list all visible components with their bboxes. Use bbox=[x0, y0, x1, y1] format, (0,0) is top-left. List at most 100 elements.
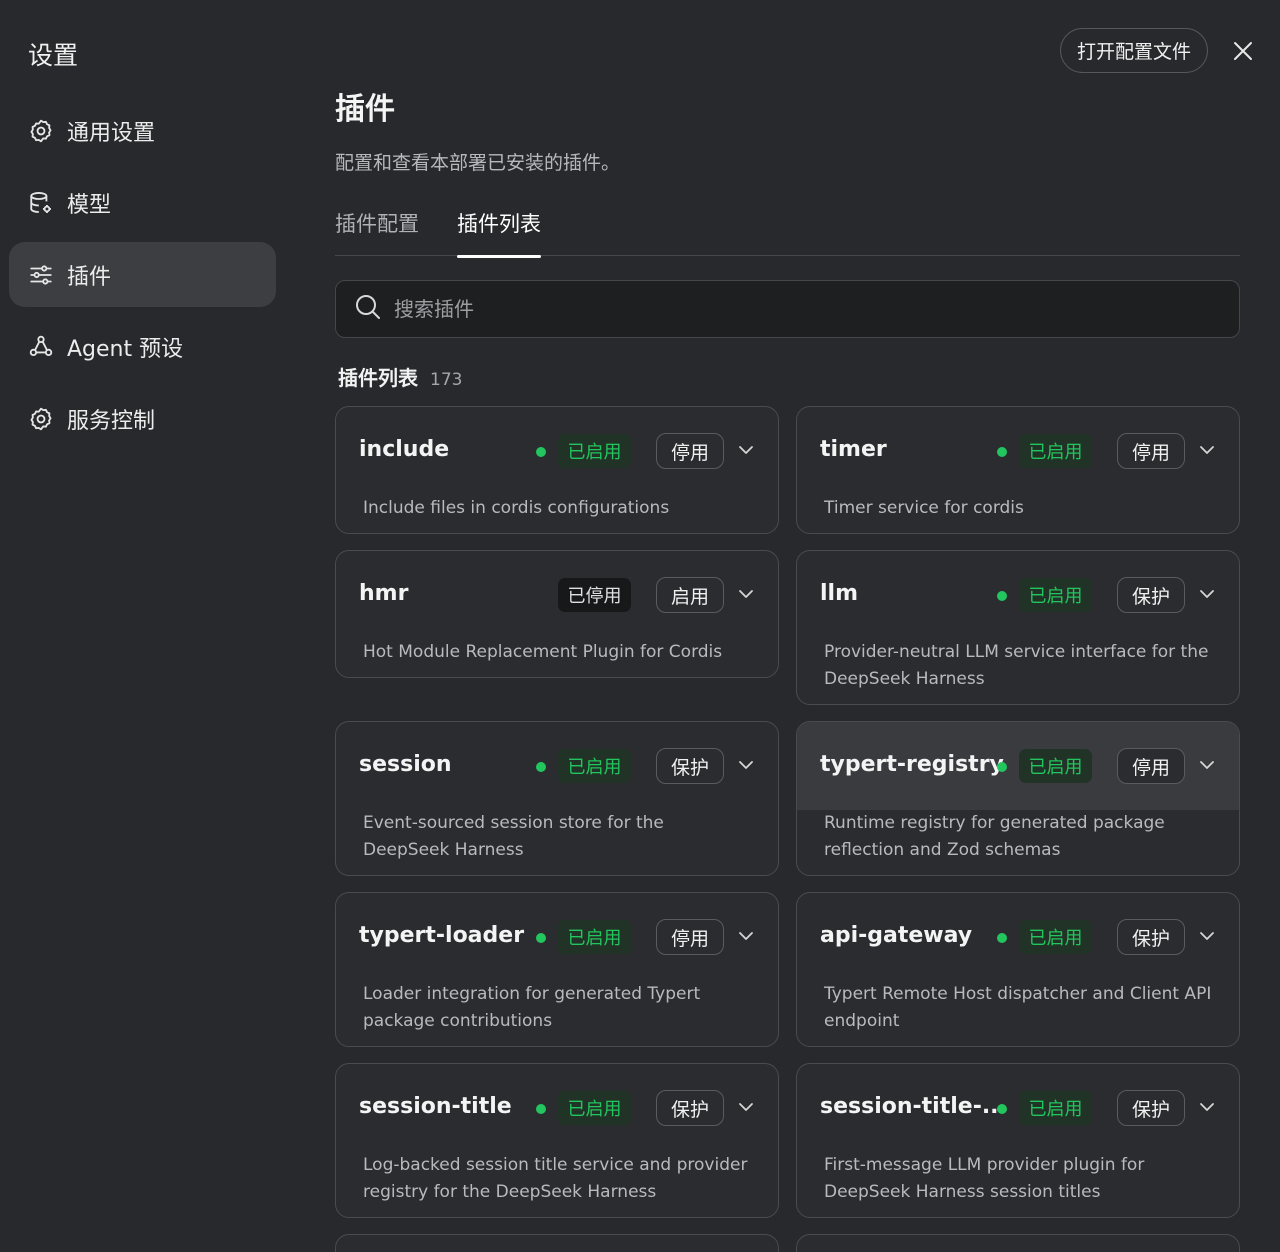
status-badge: 已启用 bbox=[558, 749, 631, 783]
plugin-description: Loader integration for generated Typert … bbox=[363, 984, 701, 1031]
plugin-name: include bbox=[359, 437, 450, 462]
plugin-action-button[interactable]: 保护 bbox=[1117, 1090, 1185, 1126]
plugin-list-title: 插件列表 bbox=[338, 366, 418, 390]
plugin-name: session-title-... bbox=[820, 1094, 1007, 1119]
plugin-list-header: 插件列表 173 bbox=[335, 362, 1240, 391]
plugin-action-button[interactable]: 停用 bbox=[1117, 748, 1185, 784]
sidebar-item-label: 通用设置 bbox=[67, 120, 156, 146]
plugin-card[interactable]: api-gateway 已启用 保护 Typert Remote Host di… bbox=[796, 892, 1240, 1047]
plugin-description: Event-sourced session store for the Deep… bbox=[363, 813, 664, 860]
chevron-down-icon[interactable] bbox=[1197, 440, 1217, 460]
chevron-down-icon[interactable] bbox=[736, 755, 756, 775]
sidebar-item-agent-presets[interactable]: Agent 预设 bbox=[9, 314, 276, 379]
plugin-description: Runtime registry for generated package r… bbox=[824, 813, 1165, 860]
plugin-description: First-message LLM provider plugin for De… bbox=[824, 1155, 1145, 1202]
gear-icon bbox=[28, 406, 54, 432]
chevron-down-icon[interactable] bbox=[736, 584, 756, 604]
open-config-file-button[interactable]: 打开配置文件 bbox=[1059, 28, 1208, 73]
tab-plugin-list[interactable]: 插件列表 bbox=[457, 208, 541, 258]
plugin-name: api-gateway bbox=[820, 923, 973, 948]
page-title: 插件 bbox=[335, 92, 395, 127]
status-badge: 已启用 bbox=[1019, 1091, 1092, 1125]
gear-icon bbox=[28, 118, 54, 144]
plugin-name: session-title bbox=[359, 1094, 512, 1119]
plugin-card[interactable]: typert-loader 已启用 停用 Loader integration … bbox=[335, 892, 779, 1047]
plugin-card[interactable]: session-title 已启用 保护 Log-backed session … bbox=[335, 1063, 779, 1218]
settings-title: 设置 bbox=[28, 41, 79, 70]
plugin-description: Provider-neutral LLM service interface f… bbox=[824, 642, 1209, 689]
enabled-dot bbox=[536, 762, 546, 772]
sidebar-item-label: Agent 预设 bbox=[67, 336, 184, 362]
sidebar-item-models[interactable]: 模型 bbox=[9, 170, 276, 235]
enabled-dot bbox=[997, 591, 1007, 601]
plugin-action-button[interactable]: 停用 bbox=[1117, 433, 1185, 469]
status-badge: 已启用 bbox=[1019, 920, 1092, 954]
status-badge: 已启用 bbox=[558, 920, 631, 954]
status-badge: 已停用 bbox=[558, 578, 631, 612]
plugin-action-button[interactable]: 保护 bbox=[1117, 919, 1185, 955]
plugin-description: Typert Remote Host dispatcher and Client… bbox=[824, 984, 1212, 1031]
plugin-name: session bbox=[359, 752, 452, 777]
plugin-name: typert-loader bbox=[359, 923, 525, 948]
sidebar-item-label: 模型 bbox=[67, 192, 112, 218]
plugin-action-button[interactable]: 保护 bbox=[656, 1090, 724, 1126]
plugin-card[interactable]: hmr 已停用 启用 Hot Module Replacement Plugin… bbox=[335, 550, 779, 678]
plugin-action-button[interactable]: 启用 bbox=[656, 577, 724, 613]
sidebar-item-label: 插件 bbox=[67, 264, 112, 290]
status-badge: 已启用 bbox=[558, 1091, 631, 1125]
plugin-card[interactable]: typert-registry 已启用 停用 Runtime registry … bbox=[796, 721, 1240, 876]
plugin-name: timer bbox=[820, 437, 887, 462]
page-description: 配置和查看本部署已安装的插件。 bbox=[335, 152, 621, 174]
plugin-action-button[interactable]: 停用 bbox=[656, 919, 724, 955]
sidebar-item-plugins[interactable]: 插件 bbox=[9, 242, 276, 307]
sidebar-item-label: 服务控制 bbox=[67, 408, 156, 434]
plugin-name: hmr bbox=[359, 581, 409, 606]
sidebar-item-service-control[interactable]: 服务控制 bbox=[9, 386, 276, 451]
status-badge: 已启用 bbox=[1019, 749, 1092, 783]
plugin-name: typert-registry bbox=[820, 752, 1004, 777]
enabled-dot bbox=[997, 1104, 1007, 1114]
search-box bbox=[335, 280, 1240, 338]
chevron-down-icon[interactable] bbox=[1197, 926, 1217, 946]
search-input[interactable] bbox=[394, 297, 1194, 321]
tab-bar: 插件配置 插件列表 bbox=[335, 208, 1240, 258]
plugin-action-button[interactable]: 保护 bbox=[1117, 577, 1185, 613]
status-badge: 已启用 bbox=[558, 434, 631, 468]
agent-icon bbox=[28, 334, 54, 360]
plugin-description: Include files in cordis configurations bbox=[363, 498, 670, 518]
sliders-icon bbox=[28, 262, 54, 288]
plugin-card[interactable] bbox=[796, 1234, 1240, 1252]
plugin-description: Timer service for cordis bbox=[824, 498, 1024, 518]
chevron-down-icon[interactable] bbox=[1197, 755, 1217, 775]
plugin-description: Hot Module Replacement Plugin for Cordis bbox=[363, 642, 723, 662]
enabled-dot bbox=[536, 447, 546, 457]
chevron-down-icon[interactable] bbox=[736, 926, 756, 946]
plugin-card[interactable]: llm 已启用 保护 Provider-neutral LLM service … bbox=[796, 550, 1240, 705]
database-gear-icon bbox=[28, 190, 54, 216]
chevron-down-icon[interactable] bbox=[736, 1097, 756, 1117]
plugin-card[interactable]: session 已启用 保护 Event-sourced session sto… bbox=[335, 721, 779, 876]
close-icon[interactable] bbox=[1228, 36, 1258, 66]
plugin-action-button[interactable]: 保护 bbox=[656, 748, 724, 784]
chevron-down-icon[interactable] bbox=[1197, 1097, 1217, 1117]
tab-plugin-config[interactable]: 插件配置 bbox=[335, 208, 419, 256]
plugin-name: llm bbox=[820, 581, 859, 606]
chevron-down-icon[interactable] bbox=[736, 440, 756, 460]
enabled-dot bbox=[536, 933, 546, 943]
plugin-action-button[interactable]: 停用 bbox=[656, 433, 724, 469]
sidebar: 通用设置 模型 插件 Agent 预设 服务控制 bbox=[9, 98, 276, 458]
search-icon bbox=[354, 293, 382, 325]
top-actions: 打开配置文件 bbox=[1059, 28, 1258, 73]
plugin-card[interactable] bbox=[335, 1234, 779, 1252]
plugin-card[interactable]: include 已启用 停用 Include files in cordis c… bbox=[335, 406, 779, 534]
plugin-card[interactable]: timer 已启用 停用 Timer service for cordis bbox=[796, 406, 1240, 534]
sidebar-item-general[interactable]: 通用设置 bbox=[9, 98, 276, 163]
status-badge: 已启用 bbox=[1019, 434, 1092, 468]
chevron-down-icon[interactable] bbox=[1197, 584, 1217, 604]
enabled-dot bbox=[997, 933, 1007, 943]
enabled-dot bbox=[997, 762, 1007, 772]
plugin-card[interactable]: session-title-... 已启用 保护 First-message L… bbox=[796, 1063, 1240, 1218]
plugin-description: Log-backed session title service and pro… bbox=[363, 1155, 748, 1202]
status-badge: 已启用 bbox=[1019, 578, 1092, 612]
plugin-count: 173 bbox=[430, 370, 463, 390]
